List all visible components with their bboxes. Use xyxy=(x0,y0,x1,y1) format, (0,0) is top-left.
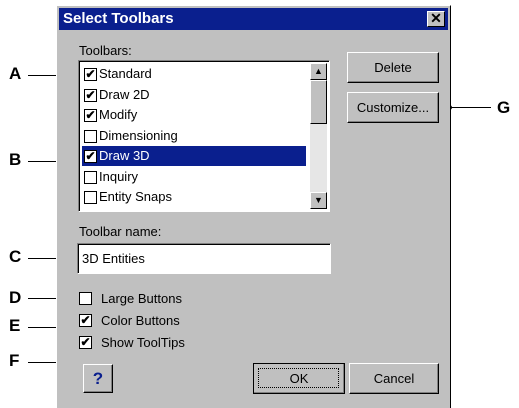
toolbar-list-item[interactable]: ✔ Draw 2D xyxy=(82,85,306,105)
toolbar-item-label: Draw 3D xyxy=(99,148,150,163)
toolbar-item-label: Draw 2D xyxy=(99,86,150,102)
checkmark-icon: ✔ xyxy=(85,108,96,122)
toolbar-item-label: Standard xyxy=(99,66,152,81)
callout-g: G xyxy=(497,98,511,117)
toolbar-checkbox[interactable] xyxy=(84,129,97,143)
checkmark-icon: ✔ xyxy=(85,149,96,163)
callout-f: F xyxy=(9,351,20,370)
toolbar-list-item[interactable]: ✔ Modify xyxy=(82,105,306,125)
option-checkbox-row[interactable]: Large Buttons xyxy=(79,291,279,307)
delete-button[interactable]: Delete xyxy=(347,52,439,83)
cancel-button[interactable]: Cancel xyxy=(349,363,439,394)
customize-button-label: Customize... xyxy=(356,100,430,115)
toolbar-checkbox[interactable] xyxy=(84,170,97,184)
option-checkbox[interactable]: ✔ xyxy=(79,314,92,327)
toolbar-list-item[interactable]: Inquiry xyxy=(82,167,306,187)
option-label: Show ToolTips xyxy=(101,335,185,350)
callout-c: C xyxy=(9,247,22,266)
dialog-title: Select Toolbars xyxy=(63,10,174,27)
option-label: Large Buttons xyxy=(101,291,182,306)
scroll-down-button[interactable]: ▼ xyxy=(310,192,327,209)
toolbar-item-label: Modify xyxy=(99,107,138,122)
option-checkbox[interactable] xyxy=(79,292,92,305)
close-button[interactable]: ✕ xyxy=(427,11,445,27)
checkmark-icon: ✔ xyxy=(80,313,91,327)
option-checkbox-row[interactable]: ✔ Color Buttons xyxy=(79,313,279,329)
callout-b: B xyxy=(9,150,22,169)
title-bar[interactable]: Select Toolbars ✕ xyxy=(59,8,448,30)
checkmark-icon: ✔ xyxy=(85,67,96,81)
toolbars-list[interactable]: ✔ Standard ✔ Draw 2D ✔ Modify Dimensioning ✔ Dra… xyxy=(78,60,330,212)
leader-line-g xyxy=(449,107,491,108)
toolbar-name-label: Toolbar name: xyxy=(79,224,162,239)
toolbar-name-value: 3D Entities xyxy=(82,251,145,266)
scroll-up-button[interactable]: ▲ xyxy=(310,63,327,80)
select-toolbars-dialog: Select Toolbars ✕ Toolbars: ✔ Standard ✔ Dr… xyxy=(56,5,451,408)
scroll-thumb[interactable] xyxy=(310,80,327,124)
toolbars-label: Toolbars: xyxy=(79,43,132,58)
option-checkbox[interactable]: ✔ xyxy=(79,336,92,349)
scroll-up-icon: ▲ xyxy=(314,66,323,76)
toolbar-item-label: Dimensioning xyxy=(99,127,178,143)
checkmark-icon: ✔ xyxy=(80,335,91,349)
help-icon: ? xyxy=(92,369,104,388)
option-checkbox-row[interactable]: ✔ Show ToolTips xyxy=(79,335,279,351)
cancel-button-label: Cancel xyxy=(373,371,415,386)
ok-focus-ring xyxy=(258,368,339,388)
toolbars-scrollbar[interactable]: ▲ ▼ xyxy=(310,63,327,209)
toolbar-list-item[interactable]: Dimensioning xyxy=(82,126,306,146)
help-button[interactable]: ? xyxy=(83,364,113,393)
ok-button[interactable]: OK xyxy=(253,363,345,394)
toolbar-name-input[interactable]: 3D Entities xyxy=(77,243,331,274)
toolbar-checkbox[interactable]: ✔ xyxy=(84,68,97,81)
leader-line-f xyxy=(28,362,58,363)
delete-button-label: Delete xyxy=(374,60,412,75)
toolbar-list-item[interactable]: ✔ Standard xyxy=(82,64,306,84)
scroll-down-icon: ▼ xyxy=(314,195,323,205)
toolbar-checkbox[interactable]: ✔ xyxy=(84,150,97,163)
callout-a: A xyxy=(9,64,22,83)
callout-d: D xyxy=(9,288,22,307)
close-icon: ✕ xyxy=(430,10,442,26)
checkmark-icon: ✔ xyxy=(85,87,96,102)
toolbar-list-item[interactable]: ✔ Draw 3D xyxy=(82,146,306,166)
toolbar-checkbox[interactable]: ✔ xyxy=(84,87,97,102)
toolbar-item-label: Inquiry xyxy=(99,168,139,184)
customize-button[interactable]: Customize... xyxy=(347,92,439,123)
toolbar-checkbox[interactable]: ✔ xyxy=(84,109,97,122)
toolbar-item-label: Entity Snaps xyxy=(99,189,172,204)
option-label: Color Buttons xyxy=(101,313,180,328)
toolbar-list-item[interactable]: Entity Snaps xyxy=(82,187,306,207)
callout-e: E xyxy=(9,316,21,335)
toolbar-checkbox[interactable] xyxy=(84,191,97,204)
